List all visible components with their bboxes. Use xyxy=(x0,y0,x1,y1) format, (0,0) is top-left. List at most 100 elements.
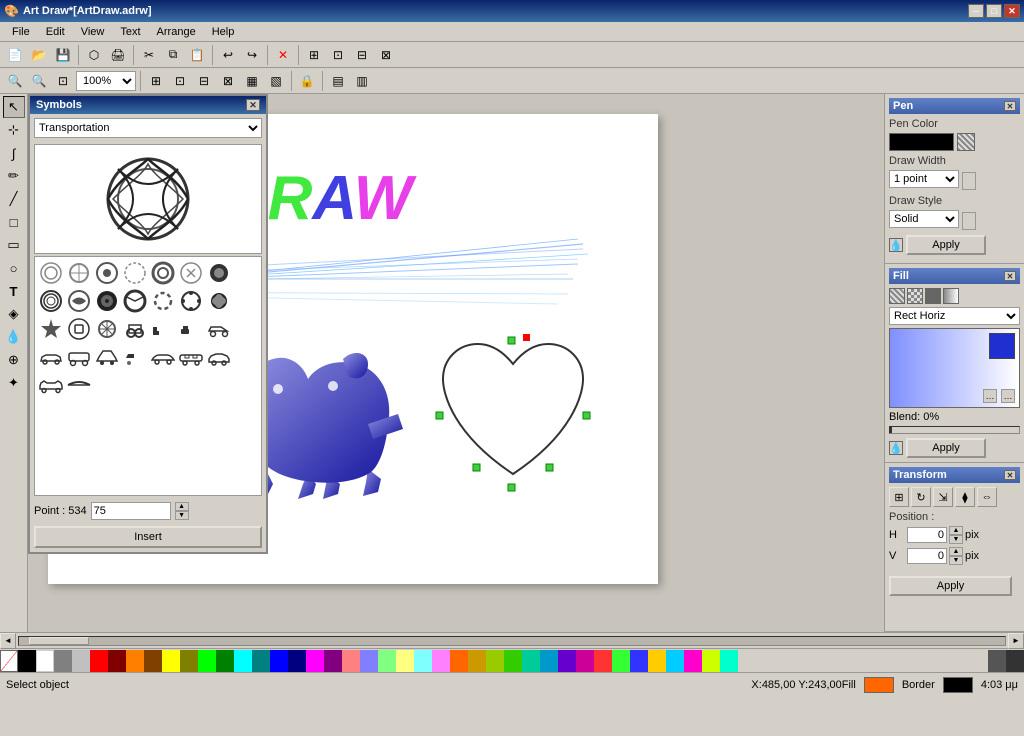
print-button[interactable]: 🖨 xyxy=(107,44,129,66)
palette-color-darkgray[interactable] xyxy=(988,650,1006,672)
palette-color-darkred[interactable] xyxy=(108,650,126,672)
palette-color-blue[interactable] xyxy=(270,650,288,672)
spin-up[interactable]: ▲ xyxy=(175,502,189,511)
palette-color-lightmagenta[interactable] xyxy=(432,650,450,672)
align2-button[interactable]: ⊠ xyxy=(217,70,239,92)
copy-button[interactable]: ⧉ xyxy=(162,44,184,66)
draw-width-select[interactable]: 1 point 2 point 3 point xyxy=(889,170,959,188)
palette-color-cyan[interactable] xyxy=(234,650,252,672)
palette-color-brightblue[interactable] xyxy=(630,650,648,672)
symbol-item[interactable] xyxy=(177,287,205,315)
zoom-tool[interactable]: ⊕ xyxy=(3,349,25,371)
symbol-item[interactable] xyxy=(205,343,233,371)
pencil-tool[interactable]: ✏ xyxy=(3,165,25,187)
grid-button[interactable]: ⊞ xyxy=(145,70,167,92)
symbol-item[interactable] xyxy=(121,315,149,343)
palette-color-amber[interactable] xyxy=(648,650,666,672)
shape-tool[interactable]: □ xyxy=(3,211,25,233)
palette-color-purple[interactable] xyxy=(324,650,342,672)
palette-color-gray[interactable] xyxy=(54,650,72,672)
symbol-item[interactable] xyxy=(121,343,149,371)
palette-color-springgreen[interactable] xyxy=(522,650,540,672)
point-input[interactable] xyxy=(91,502,171,520)
palette-color-magenta[interactable] xyxy=(306,650,324,672)
transform-mirror-btn[interactable]: ⇔ xyxy=(977,487,997,507)
pen-close-button[interactable]: ✕ xyxy=(1004,101,1016,111)
palette-color-limegreen[interactable] xyxy=(504,650,522,672)
v-spin-down[interactable]: ▼ xyxy=(949,556,963,565)
symbol1-button[interactable]: ⊞ xyxy=(303,44,325,66)
symbol-item[interactable] xyxy=(93,315,121,343)
symbol-item[interactable] xyxy=(149,315,177,343)
save-button[interactable]: 💾 xyxy=(52,44,74,66)
fill-mode-grid-btn[interactable] xyxy=(889,288,905,304)
menu-edit[interactable]: Edit xyxy=(38,24,73,40)
palette-color-lightcyan[interactable] xyxy=(414,650,432,672)
palette-color-hotpink[interactable] xyxy=(576,650,594,672)
fill-color-more1[interactable]: … xyxy=(1001,389,1015,403)
v-input[interactable] xyxy=(907,548,947,564)
h-spin-down[interactable]: ▼ xyxy=(949,535,963,544)
symbol-item[interactable] xyxy=(37,287,65,315)
palette-color-teal[interactable] xyxy=(252,650,270,672)
palette-color-darkorange2[interactable] xyxy=(450,650,468,672)
menu-text[interactable]: Text xyxy=(112,24,148,40)
palette-color-lime[interactable] xyxy=(198,650,216,672)
palette-last[interactable] xyxy=(1006,650,1024,672)
palette-color-red[interactable] xyxy=(90,650,108,672)
text-tool[interactable]: T xyxy=(3,280,25,302)
palette-color-lightgreen[interactable] xyxy=(378,650,396,672)
scroll-right-arrow[interactable]: ► xyxy=(1008,633,1024,649)
palette-color-darkorange[interactable] xyxy=(144,650,162,672)
symbol3-button[interactable]: ⊟ xyxy=(351,44,373,66)
star-tool[interactable]: ✦ xyxy=(3,372,25,394)
insert-button[interactable]: Insert xyxy=(34,526,262,548)
symbol-item[interactable] xyxy=(37,315,65,343)
transform-scale-btn[interactable]: ⇲ xyxy=(933,487,953,507)
pointer-button[interactable]: ⬡ xyxy=(83,44,105,66)
palette-color-silver[interactable] xyxy=(72,650,90,672)
select-tool[interactable]: ↖ xyxy=(3,96,25,118)
transform-skew-btn[interactable]: ⧫ xyxy=(955,487,975,507)
menu-help[interactable]: Help xyxy=(204,24,243,40)
zoom-out-button[interactable]: 🔍 xyxy=(28,70,50,92)
symbol-item[interactable] xyxy=(205,287,233,315)
redo-button[interactable]: ↪ xyxy=(241,44,263,66)
v-spin-up[interactable]: ▲ xyxy=(949,547,963,556)
symbol-item[interactable] xyxy=(37,371,65,399)
snap-button[interactable]: ⊡ xyxy=(169,70,191,92)
palette-color-orange[interactable] xyxy=(126,650,144,672)
menu-arrange[interactable]: Arrange xyxy=(149,24,204,40)
fill-apply-button[interactable]: Apply xyxy=(906,438,986,458)
palette-color-aquamarine[interactable] xyxy=(720,650,738,672)
symbol-item[interactable] xyxy=(37,343,65,371)
symbol-item[interactable] xyxy=(121,259,149,287)
h-spin-up[interactable]: ▲ xyxy=(949,526,963,535)
palette-color-indigo[interactable] xyxy=(558,650,576,672)
palette-color-dodgerblue[interactable] xyxy=(540,650,558,672)
menu-view[interactable]: View xyxy=(73,24,113,40)
transform-rotate-btn[interactable]: ↻ xyxy=(911,487,931,507)
symbol-item[interactable] xyxy=(65,371,93,399)
draw-style-select[interactable]: Solid Dashed Dotted xyxy=(889,210,959,228)
pen-apply-button[interactable]: Apply xyxy=(906,235,986,255)
pen-eyedrop-icon[interactable]: 💧 xyxy=(889,238,903,252)
h-scroll-thumb[interactable] xyxy=(29,637,89,645)
pen-color-box[interactable] xyxy=(889,133,954,151)
symbols-category-select[interactable]: Transportation Animals Arrows Shapes Nat… xyxy=(34,118,262,138)
fill-color-more2[interactable]: … xyxy=(983,389,997,403)
palette-color-lightyellow[interactable] xyxy=(396,650,414,672)
paste-button[interactable]: 📋 xyxy=(186,44,208,66)
fill-tool[interactable]: ◈ xyxy=(3,303,25,325)
extra2-button[interactable]: ▥ xyxy=(351,70,373,92)
spin-down[interactable]: ▼ xyxy=(175,511,189,520)
symbol-item[interactable] xyxy=(65,315,93,343)
palette-color-gold[interactable] xyxy=(468,650,486,672)
eyedrop-tool[interactable]: 💧 xyxy=(3,326,25,348)
symbol-item[interactable] xyxy=(205,315,233,343)
palette-color-brightgreen[interactable] xyxy=(612,650,630,672)
symbol-item[interactable] xyxy=(93,287,121,315)
style-more-button[interactable] xyxy=(962,212,976,230)
maximize-button[interactable]: □ xyxy=(986,4,1002,18)
symbol-item[interactable] xyxy=(93,343,121,371)
